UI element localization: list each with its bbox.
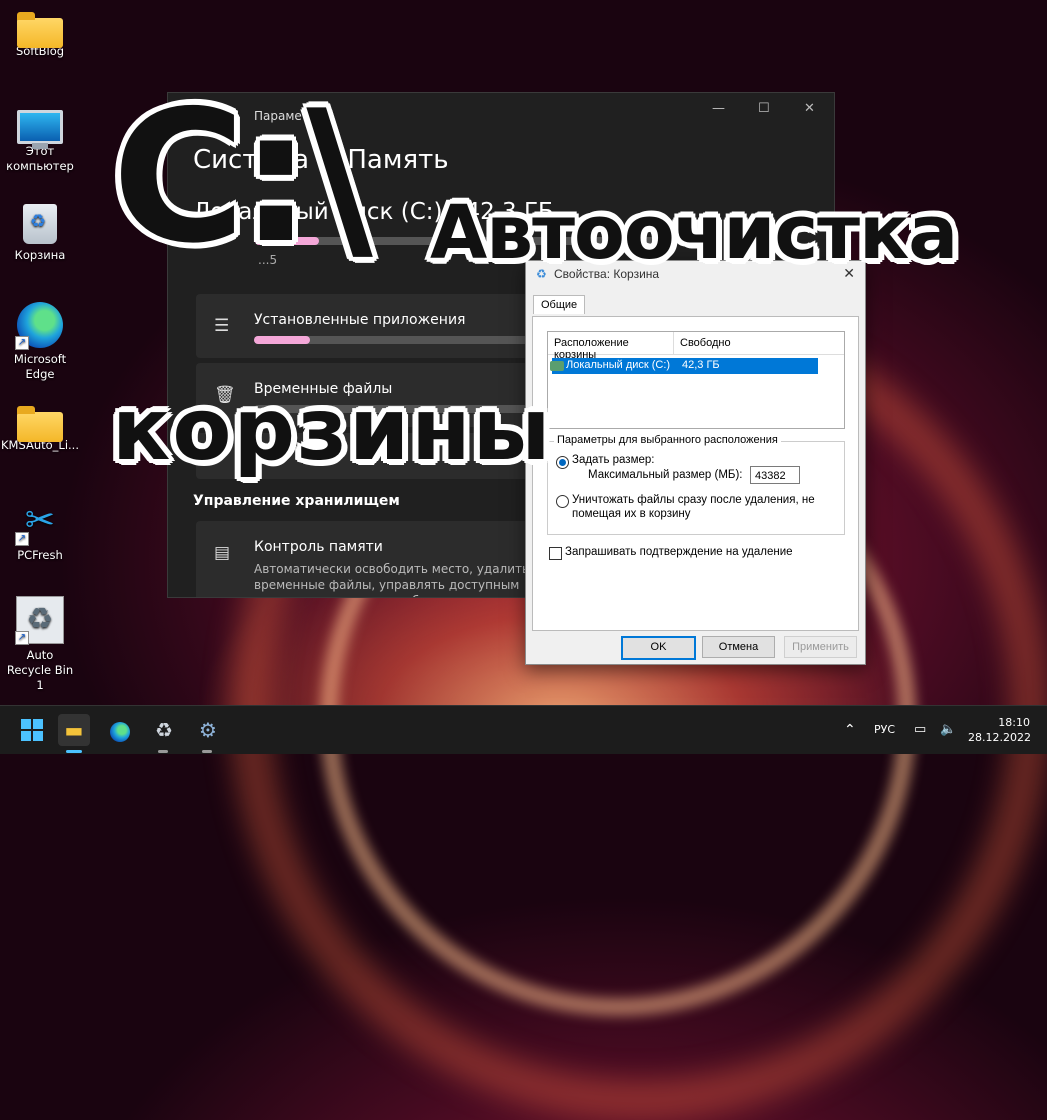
overlay-drive-text: C:\	[112, 71, 373, 283]
group-legend: Параметры для выбранного расположения	[554, 434, 781, 446]
shortcut-arrow-icon: ↗	[15, 532, 29, 546]
row-free: 42,3 ГБ	[682, 359, 720, 371]
volume-icon[interactable]: 🔈	[940, 706, 956, 754]
folder-icon	[17, 406, 63, 442]
list-row-selected[interactable]: Локальный диск (C:) 42,3 ГБ	[550, 358, 818, 374]
cancel-button[interactable]: Отмена	[702, 636, 775, 658]
taskbar-explorer[interactable]: ▬	[58, 714, 90, 746]
chevron-up-icon[interactable]: ⌃	[844, 706, 856, 754]
minimize-icon[interactable]: —	[712, 101, 725, 116]
tab-general[interactable]: Общие	[533, 295, 586, 314]
ok-button[interactable]: OK	[621, 636, 696, 660]
radio-set-size[interactable]	[556, 456, 569, 469]
desktop-icon-auto-recycle-bin[interactable]: ♻ ↗ Auto Recycle Bin 1	[0, 596, 80, 693]
folder-icon: ▬	[64, 718, 84, 742]
computer-icon	[17, 110, 63, 149]
column-header-free[interactable]: Свободно	[674, 332, 737, 354]
desktop-icon-softblog[interactable]: SoftBlog	[0, 10, 80, 59]
settings-group: Параметры для выбранного расположения За…	[547, 434, 845, 535]
folder-icon	[17, 12, 63, 48]
column-header-location[interactable]: Расположение корзины	[548, 332, 674, 361]
shortcut-arrow-icon: ↗	[15, 336, 29, 350]
location-list[interactable]: Расположение корзины Свободно Локальный …	[547, 331, 845, 429]
radio-set-size-label: Задать размер:	[572, 454, 655, 466]
edge-icon: ↗	[15, 302, 63, 350]
taskbar-recycle-bin[interactable]: ♻	[148, 714, 180, 746]
desktop-icon-recycle-bin[interactable]: ♻ Корзина	[0, 204, 80, 263]
network-icon[interactable]: ▭	[914, 706, 926, 754]
recycle-bin-properties-dialog: ♻ Свойства: Корзина ✕ Общие Расположение…	[525, 260, 866, 665]
confirm-delete-checkbox[interactable]	[549, 547, 562, 560]
desktop-icon-label: PCFresh	[17, 548, 63, 562]
section-storage-management: Управление хранилищем	[193, 493, 400, 509]
recycle-icon: ♻ ↗	[15, 596, 64, 645]
max-size-label: Максимальный размер (МБ):	[588, 469, 743, 481]
recycle-bin-icon: ♻	[155, 718, 173, 742]
taskbar: ▬ ♻ ⚙ ⌃ РУС ▭ 🔈 18:10 28.12.2022	[0, 705, 1047, 754]
overlay-title-line2: корзины	[112, 380, 553, 480]
desktop-icon-label: Корзина	[14, 248, 66, 262]
drive-icon	[550, 361, 564, 371]
desktop-icon-label: Auto Recycle Bin 1	[6, 648, 74, 692]
card-label: Установленные приложения	[254, 312, 466, 328]
clock-time: 18:10	[998, 716, 1030, 729]
desktop-icon-kmsauto[interactable]: KMSAuto_Li...	[0, 404, 80, 453]
taskbar-edge[interactable]	[104, 714, 136, 746]
drive-icon: ▤	[214, 543, 231, 563]
start-button[interactable]	[16, 714, 48, 746]
clock[interactable]: 18:10 28.12.2022	[968, 715, 1031, 745]
desktop-icon-this-pc[interactable]: Этот компьютер	[0, 106, 80, 174]
desktop-icon-pcfresh[interactable]: ✂ ↗ PCFresh	[0, 498, 80, 563]
desktop-icon-edge[interactable]: ↗ Microsoft Edge	[0, 302, 80, 382]
confirm-delete-label: Запрашивать подтверждение на удаление	[565, 546, 793, 558]
clock-date: 28.12.2022	[968, 731, 1031, 744]
edge-icon	[110, 721, 130, 742]
apps-usage-fill	[254, 336, 310, 344]
maximize-icon[interactable]: ☐	[758, 101, 770, 116]
taskbar-settings[interactable]: ⚙	[192, 714, 224, 746]
apply-button[interactable]: Применить	[784, 636, 857, 658]
row-location: Локальный диск (C:)	[566, 359, 671, 371]
max-size-input[interactable]: 43382	[750, 466, 800, 484]
storage-sense-desc: Автоматически освободить место, удалить …	[254, 562, 530, 597]
tools-icon: ✂ ↗	[15, 498, 63, 546]
overlay-title-line1: Автоочистка	[430, 190, 958, 276]
list-header: Расположение корзины Свободно	[548, 332, 844, 361]
radio-delete-immediately-label: Уничтожать файлы сразу после удаления, н…	[572, 494, 815, 520]
shortcut-arrow-icon: ↗	[15, 631, 29, 645]
language-indicator[interactable]: РУС	[874, 706, 895, 754]
desktop-icon-label: Microsoft Edge	[13, 352, 67, 381]
close-icon[interactable]: ✕	[804, 101, 815, 116]
storage-sense-title: Контроль памяти	[254, 539, 383, 555]
windows-logo-icon	[21, 719, 43, 741]
radio-delete-immediately[interactable]	[556, 495, 569, 508]
gear-icon: ⚙	[199, 718, 217, 742]
list-icon: ☰	[214, 316, 230, 336]
recycle-bin-icon: ♻	[23, 204, 57, 244]
general-panel: Расположение корзины Свободно Локальный …	[532, 316, 859, 631]
